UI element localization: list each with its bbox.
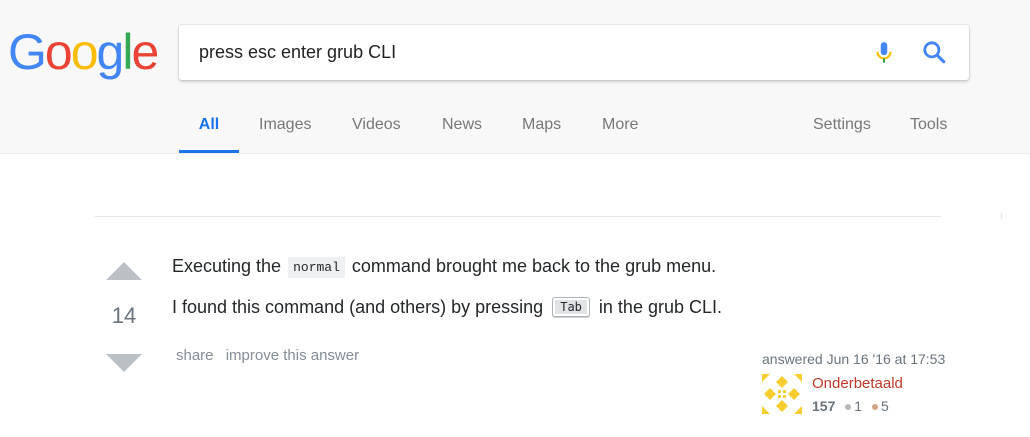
logo-letter: g xyxy=(96,24,125,80)
logo-letter: o xyxy=(44,24,73,80)
google-header: Google All Images Videos News Maps More … xyxy=(0,0,1030,154)
answered-timestamp: answered Jun 16 '16 at 17:53 xyxy=(762,351,946,367)
user-avatar[interactable] xyxy=(762,374,802,414)
tab-videos[interactable]: Videos xyxy=(352,100,401,153)
logo-letter: l xyxy=(122,24,133,80)
post-menu: share improve this answer xyxy=(176,347,367,364)
silver-badge-count: 1 xyxy=(854,398,863,414)
divider xyxy=(95,216,941,217)
upvote-button[interactable] xyxy=(106,262,142,280)
answer-paragraph-1: Executing the normal command brought me … xyxy=(172,256,717,278)
user-card: answered Jun 16 '16 at 17:53 Onderbetaal… xyxy=(762,351,982,414)
tab-maps[interactable]: Maps xyxy=(522,100,561,153)
tab-tools[interactable]: Tools xyxy=(910,100,947,153)
paragraph-text: command brought me back to the grub menu… xyxy=(351,256,717,276)
tab-settings[interactable]: Settings xyxy=(813,100,871,153)
answer-paragraph-2: I found this command (and others) by pre… xyxy=(172,297,722,319)
tab-news[interactable]: News xyxy=(442,100,482,153)
inline-code: normal xyxy=(288,257,345,278)
search-icon[interactable] xyxy=(921,39,947,65)
vote-count: 14 xyxy=(111,303,137,328)
tab-images[interactable]: Images xyxy=(259,100,311,153)
paragraph-text: Executing the xyxy=(172,256,282,276)
bronze-badge-count: 5 xyxy=(880,398,889,414)
paragraph-text: in the grub CLI. xyxy=(598,297,722,317)
bronze-badge-icon xyxy=(871,404,878,410)
microphone-icon[interactable] xyxy=(871,40,897,66)
improve-answer-link[interactable]: improve this answer xyxy=(226,347,359,364)
divider-mark xyxy=(1001,213,1002,219)
logo-letter: e xyxy=(131,24,159,80)
logo-letter: o xyxy=(70,24,99,80)
keyboard-key: Tab xyxy=(552,297,590,317)
downvote-button[interactable] xyxy=(106,354,142,372)
tab-more[interactable]: More xyxy=(602,100,638,153)
search-input[interactable] xyxy=(199,25,839,80)
share-link[interactable]: share xyxy=(176,347,214,364)
silver-badge-icon xyxy=(845,404,852,410)
user-reputation: 157 1 5 xyxy=(812,398,889,414)
user-name-link[interactable]: Onderbetaald xyxy=(812,375,903,392)
reputation-score: 157 xyxy=(812,398,836,414)
tab-all[interactable]: All xyxy=(179,100,239,153)
search-box xyxy=(179,25,969,80)
paragraph-text: I found this command (and others) by pre… xyxy=(172,297,544,317)
google-logo[interactable]: Google xyxy=(8,22,159,82)
logo-letter: G xyxy=(8,24,47,80)
